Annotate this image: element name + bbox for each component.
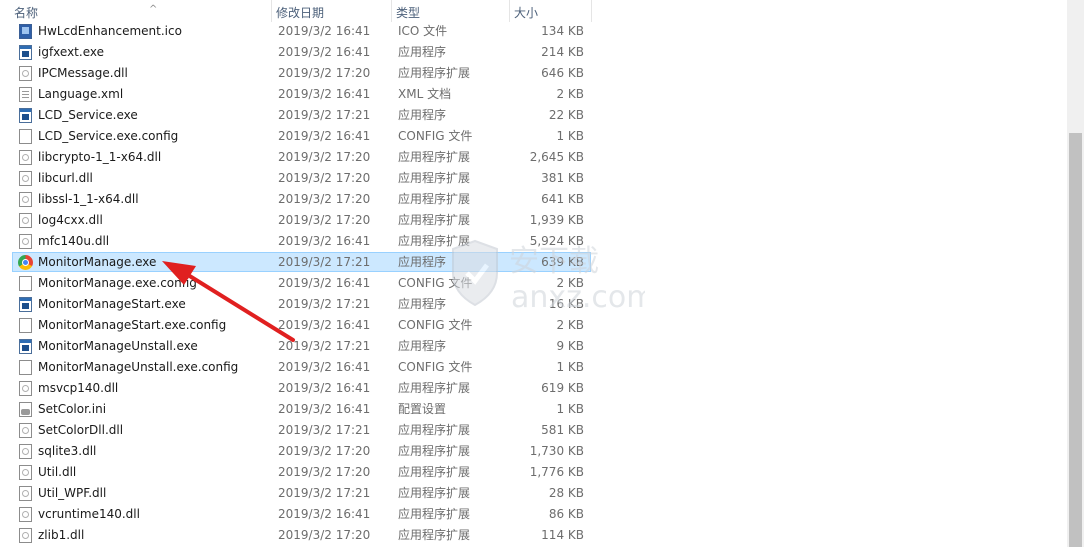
scrollbar-thumb[interactable] [1069,133,1082,547]
annotation-arrow [162,261,295,342]
vertical-scrollbar[interactable] [1067,0,1084,547]
